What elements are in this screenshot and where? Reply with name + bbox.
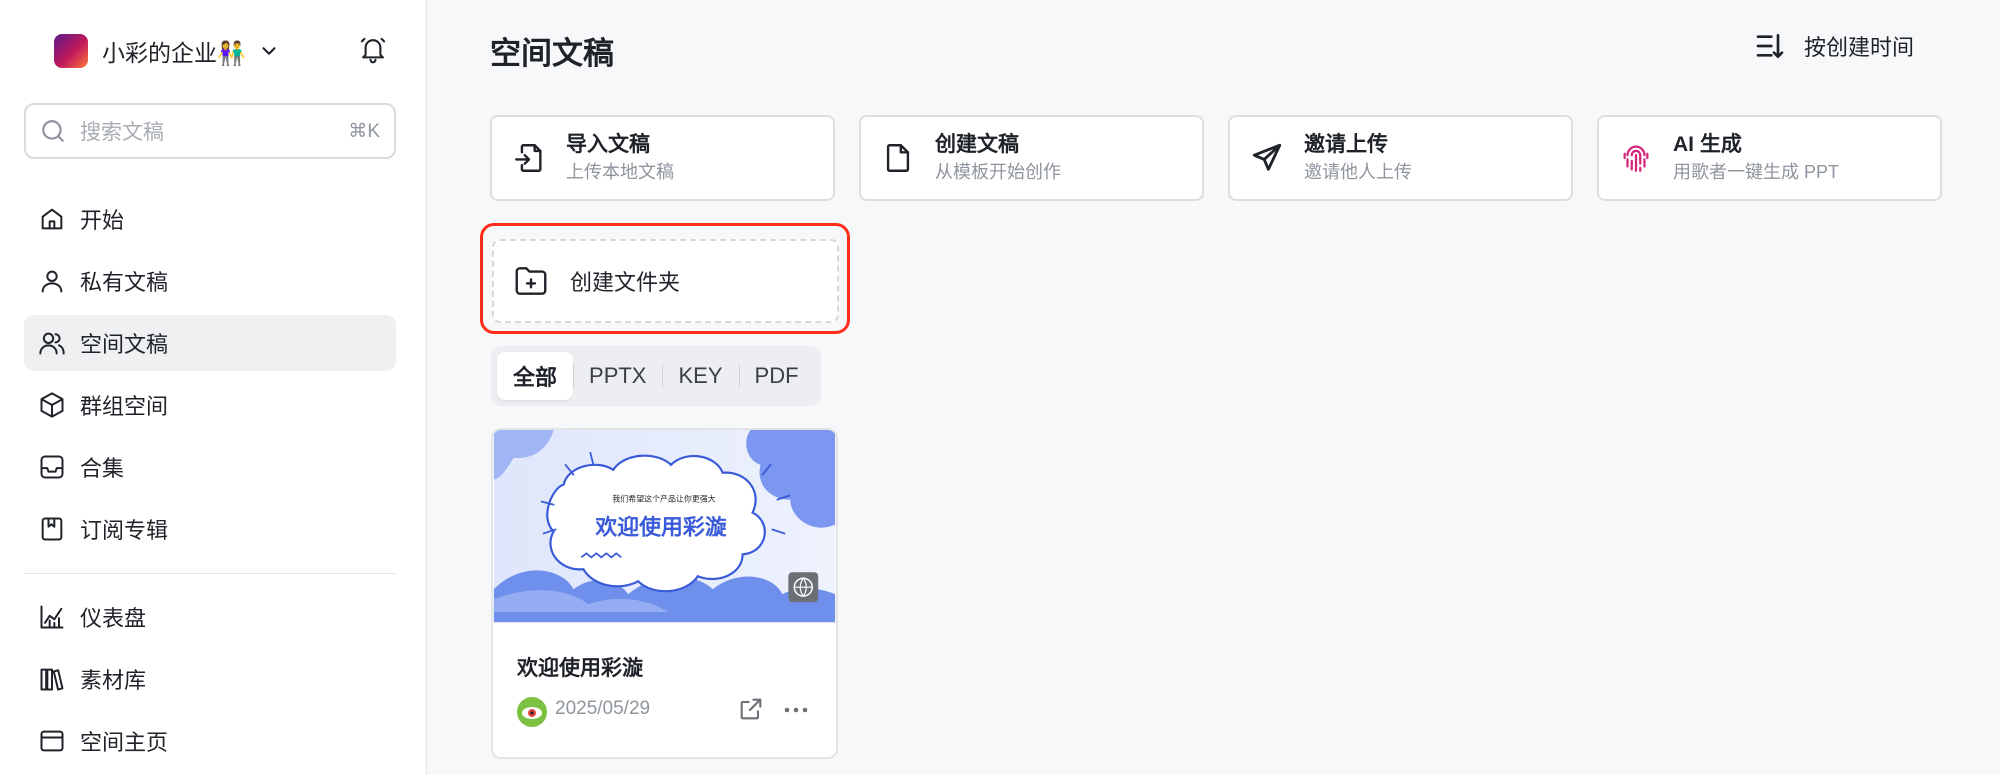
search-icon — [42, 120, 64, 142]
thumb-caption: 我们希望这个产品让你更强大 — [612, 494, 715, 504]
nav-item-group-space[interactable]: 群组空间 — [24, 377, 396, 433]
sort-label: 按创建时间 — [1804, 35, 1915, 60]
sort-icon — [1756, 34, 1784, 58]
nav-item-assets[interactable]: 素材库 — [24, 651, 396, 707]
import-doc-card[interactable]: 导入文稿 上传本地文稿 — [490, 115, 835, 201]
doc-thumbnail: 我们希望这个产品让你更强大 欢迎使用彩漩 — [493, 430, 836, 623]
invite-upload-card[interactable]: 邀请上传 邀请他人上传 — [1228, 115, 1573, 201]
nav-label: 私有文稿 — [80, 270, 169, 295]
filter-tab-key[interactable]: KEY — [662, 352, 738, 400]
filter-tab-all[interactable]: 全部 — [497, 352, 574, 400]
nav-label: 开始 — [80, 208, 125, 233]
cube-icon — [40, 392, 64, 418]
ai-fingerprint-icon — [1623, 145, 1649, 172]
more-icon[interactable] — [781, 698, 811, 722]
users-icon — [39, 332, 65, 355]
bookmark-icon — [41, 517, 63, 541]
nav-label: 素材库 — [80, 668, 147, 693]
home-icon — [41, 208, 63, 230]
nav-item-dashboard[interactable]: 仪表盘 — [24, 589, 396, 645]
sidebar: 小彩的企业👫 搜索文稿 ⌘K 开始 私有文稿 空间文稿 群组空间 合集 订阅专辑… — [0, 0, 427, 775]
filter-tabs: 全部 PPTX KEY PDF — [491, 346, 821, 406]
ai-generate-card[interactable]: AI 生成 用歌者一键生成 PPT — [1597, 115, 1942, 201]
search-shortcut: ⌘K — [348, 120, 380, 142]
create-folder-button[interactable]: 创建文件夹 — [492, 239, 839, 323]
action-subtitle: 用歌者一键生成 PPT — [1673, 162, 1840, 182]
thumb-title: 欢迎使用彩漩 — [594, 514, 726, 539]
action-title: AI 生成 — [1673, 133, 1742, 156]
nav-label: 仪表盘 — [80, 606, 147, 631]
page-title: 空间文稿 — [490, 36, 614, 71]
search-placeholder: 搜索文稿 — [80, 121, 164, 144]
import-file-icon — [515, 144, 542, 172]
action-title: 创建文稿 — [935, 133, 1019, 156]
doc-date: 2025/05/29 — [555, 698, 651, 719]
user-icon — [41, 270, 63, 293]
sort-button[interactable]: 按创建时间 — [1754, 30, 1914, 62]
send-icon — [1252, 143, 1282, 171]
chevron-down-icon — [262, 47, 276, 55]
search-input[interactable]: 搜索文稿 ⌘K — [24, 103, 396, 159]
open-external-icon[interactable] — [737, 695, 765, 723]
action-subtitle: 邀请他人上传 — [1304, 162, 1412, 182]
browser-icon — [40, 730, 64, 752]
sidebar-divider — [24, 573, 396, 574]
org-name: 小彩的企业👫 — [102, 40, 246, 66]
filter-tab-pdf[interactable]: PDF — [738, 352, 815, 400]
nav-item-private-docs[interactable]: 私有文稿 — [24, 253, 396, 309]
folder-plus-icon — [515, 267, 547, 295]
doc-card[interactable]: 我们希望这个产品让你更强大 欢迎使用彩漩 欢迎使用彩漩 2025/05/29 — [491, 428, 838, 759]
nav-label: 合集 — [80, 456, 125, 481]
nav-label: 空间主页 — [80, 730, 169, 755]
nav-item-home[interactable]: 开始 — [24, 191, 396, 247]
chart-icon — [40, 605, 64, 629]
action-title: 导入文稿 — [566, 133, 650, 156]
org-logo — [54, 34, 88, 68]
nav-label: 空间文稿 — [80, 332, 169, 357]
create-doc-card[interactable]: 创建文稿 从模板开始创作 — [859, 115, 1204, 201]
nav-label: 群组空间 — [80, 394, 169, 419]
action-subtitle: 上传本地文稿 — [566, 162, 674, 182]
library-icon — [40, 668, 64, 691]
action-title: 邀请上传 — [1304, 133, 1388, 156]
avatar — [517, 697, 547, 727]
bell-icon[interactable] — [358, 34, 388, 66]
file-icon — [886, 144, 910, 172]
create-folder-label: 创建文件夹 — [570, 270, 681, 295]
filter-tab-pptx[interactable]: PPTX — [573, 352, 662, 400]
nav-item-subscriptions[interactable]: 订阅专辑 — [24, 501, 396, 557]
nav-label: 订阅专辑 — [80, 518, 169, 543]
nav-item-collections[interactable]: 合集 — [24, 439, 396, 495]
nav-item-space-docs[interactable]: 空间文稿 — [24, 315, 396, 371]
org-switcher[interactable]: 小彩的企业👫 — [54, 33, 280, 69]
nav-item-space-home[interactable]: 空间主页 — [24, 713, 396, 769]
action-subtitle: 从模板开始创作 — [935, 162, 1061, 182]
inbox-icon — [40, 455, 64, 479]
doc-title: 欢迎使用彩漩 — [517, 657, 643, 680]
